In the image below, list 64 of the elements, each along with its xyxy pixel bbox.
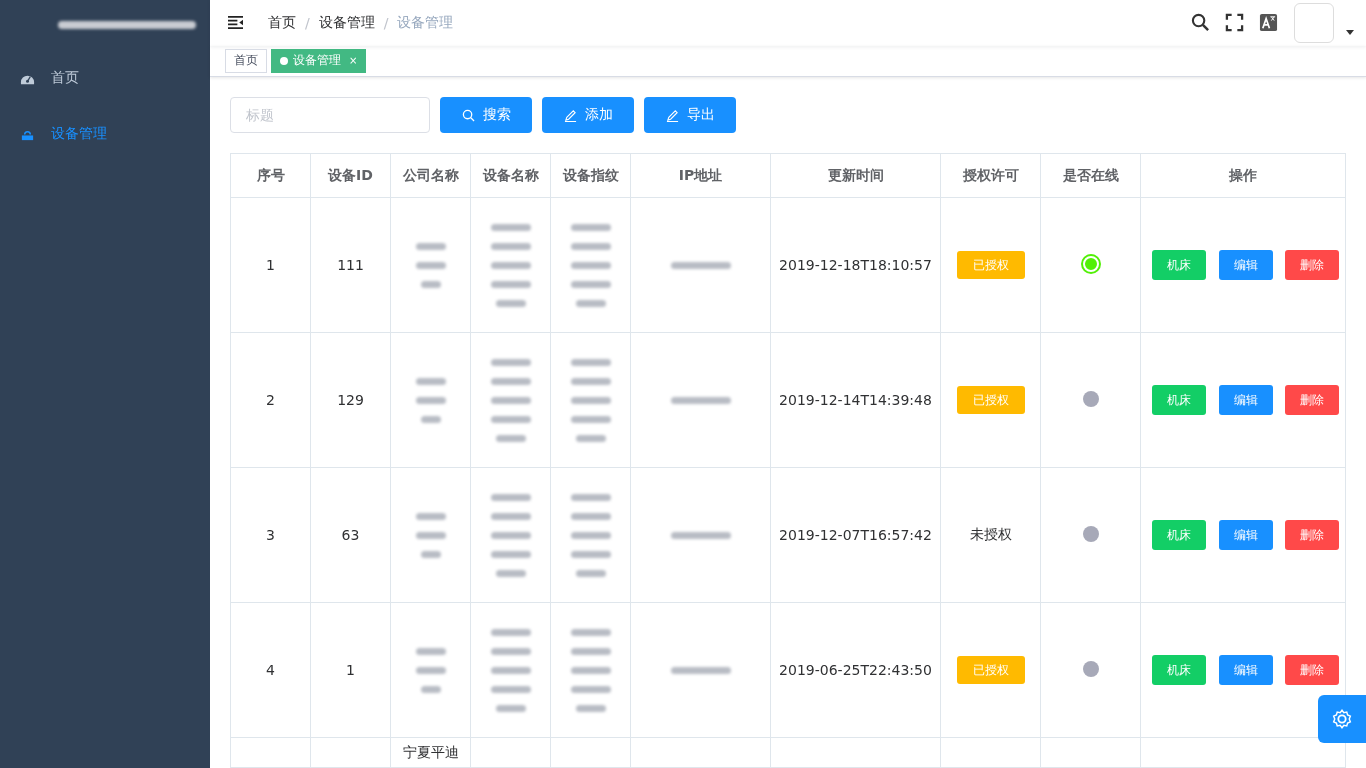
action-button[interactable]: 编辑 — [1218, 520, 1273, 550]
action-button[interactable]: 删除 — [1285, 385, 1339, 415]
search-icon[interactable] — [1191, 13, 1210, 33]
breadcrumb-item[interactable]: 首页 — [268, 13, 296, 32]
table-cell: 129 — [337, 392, 364, 408]
action-button[interactable]: 机床 — [1152, 250, 1206, 280]
table-cell: 宁夏平迪 — [402, 744, 459, 760]
action-button[interactable]: 删除 — [1285, 520, 1339, 550]
action-button[interactable]: 编辑 — [1218, 655, 1273, 685]
settings-icon — [1331, 708, 1353, 730]
column-header: 设备ID — [328, 166, 373, 183]
table-cell: 1 — [346, 662, 355, 678]
fullscreen-icon[interactable] — [1225, 13, 1244, 33]
column-header: 设备指纹 — [562, 166, 619, 183]
close-icon[interactable]: × — [349, 55, 358, 67]
column-header: 是否在线 — [1062, 166, 1119, 183]
column-header: 操作 — [1229, 166, 1257, 183]
breadcrumb-item: 设备管理 — [397, 13, 454, 32]
table-cell: 未授权 — [969, 526, 1012, 542]
column-header: 更新时间 — [827, 166, 884, 183]
table-cell: 2 — [266, 392, 275, 408]
column-header: 公司名称 — [402, 166, 459, 183]
search-field[interactable]: 标题 — [230, 97, 430, 133]
action-button[interactable]: 删除 — [1285, 250, 1339, 280]
pencil-icon — [665, 108, 679, 122]
toolbar-button[interactable]: 搜索 — [440, 97, 532, 133]
license-badge: 已授权 — [956, 251, 1025, 279]
table-cell: 2019-12-18T18:10:57 — [779, 257, 932, 273]
column-header: 设备名称 — [482, 166, 539, 183]
tag[interactable]: 设备管理 × — [271, 48, 367, 73]
table-cell: 2019-06-25T22:43:50 — [779, 662, 932, 678]
sidebar-item[interactable]: 首页 — [0, 50, 210, 106]
action-button[interactable]: 删除 — [1285, 655, 1339, 685]
menu-icon[interactable] — [227, 15, 244, 31]
table-cell: 3 — [266, 527, 275, 543]
action-button[interactable]: 编辑 — [1218, 385, 1273, 415]
breadcrumb-separator: / — [305, 14, 310, 31]
toolbar-button[interactable]: 导出 — [644, 97, 736, 133]
breadcrumb-item[interactable]: 设备管理 — [318, 13, 375, 32]
table-cell: 2019-12-14T14:39:48 — [779, 392, 932, 408]
table-cell: 1 — [266, 257, 275, 273]
column-header: 序号 — [256, 166, 285, 183]
settings-button[interactable] — [1318, 695, 1366, 743]
table-cell: 2019-12-07T16:57:42 — [779, 527, 932, 543]
license-badge: 已授权 — [956, 656, 1025, 684]
sidebar-item[interactable]: 设备管理 — [0, 106, 210, 162]
action-button[interactable]: 机床 — [1152, 385, 1206, 415]
active-dot — [280, 56, 288, 65]
table-cell: 63 — [341, 527, 360, 543]
license-badge: 已授权 — [956, 386, 1025, 414]
action-button[interactable]: 机床 — [1152, 655, 1206, 685]
pencil-icon — [563, 108, 577, 122]
caret-icon[interactable] — [1346, 30, 1354, 36]
toolbar-button[interactable]: 添加 — [542, 97, 634, 133]
search-icon — [461, 108, 475, 122]
table-cell: 4 — [266, 662, 275, 678]
breadcrumb-separator: / — [383, 14, 389, 31]
table-cell: 111 — [337, 257, 364, 273]
column-header: IP地址 — [678, 166, 723, 183]
translate-icon[interactable] — [1259, 13, 1278, 33]
action-button[interactable]: 机床 — [1152, 520, 1206, 550]
tag[interactable]: 首页 — [225, 48, 267, 73]
action-button[interactable]: 编辑 — [1218, 250, 1273, 280]
column-header: 授权许可 — [962, 166, 1019, 183]
